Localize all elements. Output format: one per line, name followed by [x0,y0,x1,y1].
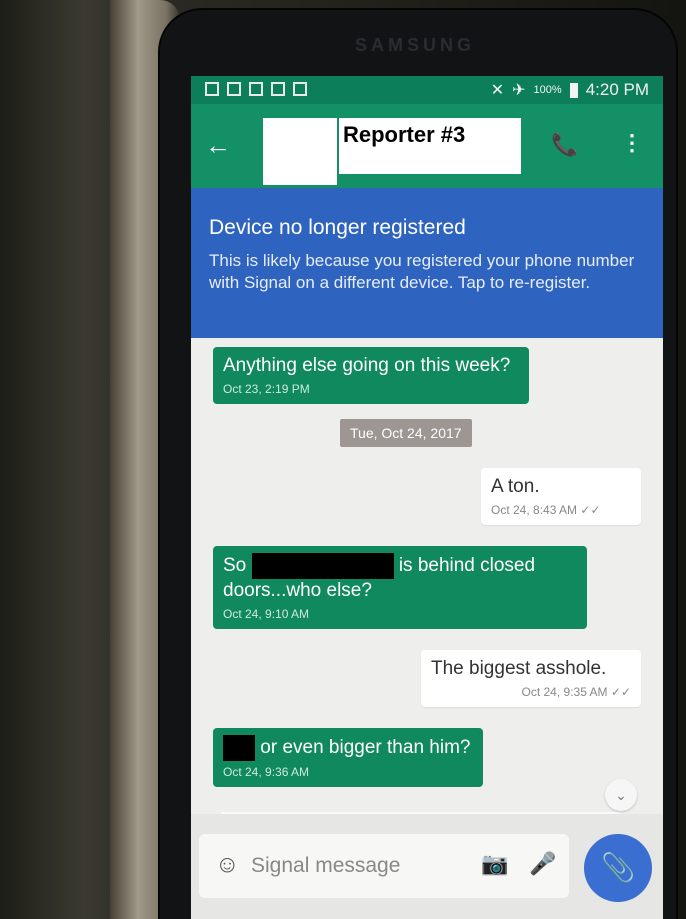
message-incoming[interactable]: Anything else going on this week? Oct 23… [213,347,529,404]
contact-title[interactable]: Reporter #3 [343,122,465,148]
overflow-menu-icon[interactable]: ⋮ [621,130,643,156]
notification-icon [205,82,219,96]
message-outgoing[interactable]: A ton. Oct 24, 8:43 AM ✓✓ [481,468,641,525]
camera-icon[interactable]: 📷 [481,851,508,877]
message-incoming[interactable]: So is behind closed doors...who else? Oc… [213,546,587,629]
message-text: A ton. [491,476,540,497]
back-arrow-icon[interactable]: ← [205,130,231,161]
reregister-banner[interactable]: Device no longer registered This is like… [191,188,663,338]
message-text: or even bigger than him? [223,735,473,761]
name-redaction [223,735,255,761]
notification-icon [227,82,241,96]
battery-percent: 100% [533,84,562,96]
attach-icon[interactable]: 📎 [584,834,652,902]
mute-icon: ✕ [490,82,505,99]
airplane-icon: ✈ [512,82,526,99]
message-placeholder: Signal message [251,854,401,877]
mail-icon [293,82,307,96]
avatar-redaction [263,118,337,185]
message-input[interactable]: ☺ Signal message 📷 🎤 [199,834,569,898]
clock: 4:20 PM [585,80,649,99]
phone: SAMSUNG ✕ ✈ 100% 4:20 PM ← Reporter #3 📞… [160,10,676,919]
status-right: ✕ ✈ 100% 4:20 PM [491,80,649,100]
scroll-to-bottom-icon[interactable]: ⌄ [605,779,637,811]
notification-icon [249,82,263,96]
phone-call-icon[interactable]: 📞 [551,132,578,158]
message-text: So is behind closed doors...who else? [223,553,577,603]
notification-icons [205,82,307,96]
message-timestamp: Oct 24, 9:35 AM ✓✓ [521,685,632,699]
status-bar: ✕ ✈ 100% 4:20 PM [191,76,663,104]
read-receipt-icon: ✓✓ [580,503,601,517]
message-text: Anything else going on this week? [223,355,511,376]
composer: ☺ Signal message 📷 🎤 📎 [191,814,663,919]
emoji-icon[interactable]: ☺ [215,851,240,879]
date-separator: Tue, Oct 24, 2017 [340,419,472,447]
microphone-icon[interactable]: 🎤 [529,851,556,877]
message-timestamp: Oct 24, 8:43 AM ✓✓ [491,503,601,517]
message-list[interactable]: Anything else going on this week? Oct 23… [191,338,663,818]
name-redaction [251,553,394,579]
message-timestamp: Oct 23, 2:19 PM [223,382,310,396]
message-incoming[interactable]: or even bigger than him? Oct 24, 9:36 AM [213,728,483,787]
message-outgoing[interactable]: The biggest asshole. Oct 24, 9:35 AM ✓✓ [421,650,641,707]
message-timestamp: Oct 24, 9:36 AM [223,765,310,779]
brand-logo: SAMSUNG [354,35,475,55]
message-text: The biggest asshole. [431,658,607,679]
battery-icon [569,82,578,98]
banner-title: Device no longer registered [209,216,466,239]
screen: ✕ ✈ 100% 4:20 PM ← Reporter #3 📞 ⋮ Devic… [191,76,663,919]
message-timestamp: Oct 24, 9:10 AM [223,607,310,621]
conversation-toolbar: ← Reporter #3 📞 ⋮ [191,104,663,188]
mail-icon [271,82,285,96]
banner-body: This is likely because you registered yo… [209,251,635,292]
read-receipt-icon: ✓✓ [610,685,631,699]
